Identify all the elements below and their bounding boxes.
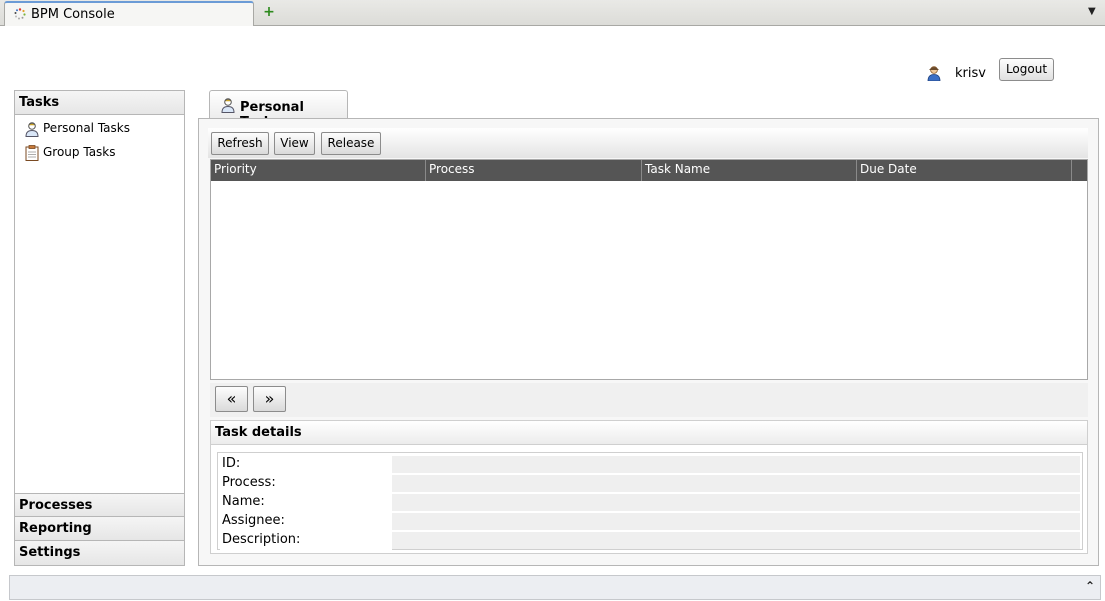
detail-value bbox=[392, 456, 1080, 473]
task-toolbar: Refresh View Release bbox=[208, 128, 1088, 158]
sidebar-item-personal-tasks[interactable]: Personal Tasks bbox=[15, 118, 184, 142]
tab-list-dropdown-icon[interactable]: ▼ bbox=[1088, 6, 1096, 17]
task-grid: Priority Process Task Name Due Date bbox=[210, 159, 1088, 380]
detail-label: Description: bbox=[220, 531, 392, 550]
task-details-panel: Task details ID: Process: Name: Assignee… bbox=[210, 420, 1088, 554]
release-button[interactable]: Release bbox=[321, 132, 381, 155]
clipboard-icon bbox=[25, 145, 39, 161]
detail-label: ID: bbox=[220, 455, 392, 474]
detail-row-name: Name: bbox=[220, 493, 1080, 512]
detail-row-id: ID: bbox=[220, 455, 1080, 474]
sidebar-section-reporting[interactable]: Reporting bbox=[15, 517, 184, 541]
detail-label: Assignee: bbox=[220, 512, 392, 531]
tab-personal-tasks[interactable]: Personal Tasks bbox=[209, 90, 348, 130]
sidebar-item-label: Personal Tasks bbox=[43, 121, 130, 135]
footer-bar: ⌃ bbox=[9, 575, 1101, 600]
sidebar: Tasks Personal Tasks Group Tasks Process… bbox=[14, 90, 185, 566]
logout-button[interactable]: Logout bbox=[999, 58, 1054, 81]
person-icon bbox=[221, 98, 235, 113]
detail-label: Name: bbox=[220, 493, 392, 512]
column-header-process[interactable]: Process bbox=[426, 160, 642, 181]
main-area: Personal Tasks Refresh View Release Prio… bbox=[198, 90, 1099, 566]
column-header-priority[interactable]: Priority bbox=[211, 160, 426, 181]
user-icon bbox=[927, 66, 941, 81]
task-details-table: ID: Process: Name: Assignee: Description… bbox=[217, 452, 1083, 550]
personal-tasks-panel: Refresh View Release Priority Process Ta… bbox=[198, 118, 1099, 566]
new-tab-icon[interactable]: + bbox=[262, 5, 276, 19]
task-details-title: Task details bbox=[211, 421, 1087, 445]
browser-tab[interactable]: BPM Console bbox=[4, 1, 254, 26]
collapse-footer-icon[interactable]: ⌃ bbox=[1085, 579, 1095, 593]
column-header-due-date[interactable]: Due Date bbox=[857, 160, 1072, 181]
detail-row-assignee: Assignee: bbox=[220, 512, 1080, 531]
next-page-button[interactable]: » bbox=[253, 386, 286, 412]
grid-header: Priority Process Task Name Due Date bbox=[211, 160, 1087, 181]
browser-tab-title: BPM Console bbox=[31, 7, 115, 22]
pager: « » bbox=[210, 383, 1088, 417]
browser-tab-bar: BPM Console + ▼ bbox=[0, 0, 1105, 26]
detail-row-description: Description: bbox=[220, 531, 1080, 550]
view-button[interactable]: View bbox=[274, 132, 315, 155]
sidebar-section-settings[interactable]: Settings bbox=[15, 541, 184, 565]
sidebar-item-group-tasks[interactable]: Group Tasks bbox=[15, 142, 184, 166]
previous-page-button[interactable]: « bbox=[215, 386, 248, 412]
detail-row-process: Process: bbox=[220, 474, 1080, 493]
column-header-spacer bbox=[1072, 160, 1087, 181]
sidebar-item-label: Group Tasks bbox=[43, 145, 116, 159]
detail-label: Process: bbox=[220, 474, 392, 493]
sidebar-section-processes[interactable]: Processes bbox=[15, 493, 184, 517]
current-user-name: krisv bbox=[955, 66, 986, 81]
sidebar-section-tasks[interactable]: Tasks bbox=[15, 91, 184, 115]
tasks-section-body: Personal Tasks Group Tasks bbox=[15, 115, 184, 493]
refresh-button[interactable]: Refresh bbox=[211, 132, 269, 155]
loading-spinner-icon bbox=[14, 8, 26, 20]
person-icon bbox=[25, 122, 39, 137]
detail-value bbox=[392, 475, 1080, 492]
detail-value bbox=[392, 532, 1080, 549]
column-header-task-name[interactable]: Task Name bbox=[642, 160, 857, 181]
detail-value bbox=[392, 494, 1080, 511]
detail-value bbox=[392, 513, 1080, 530]
